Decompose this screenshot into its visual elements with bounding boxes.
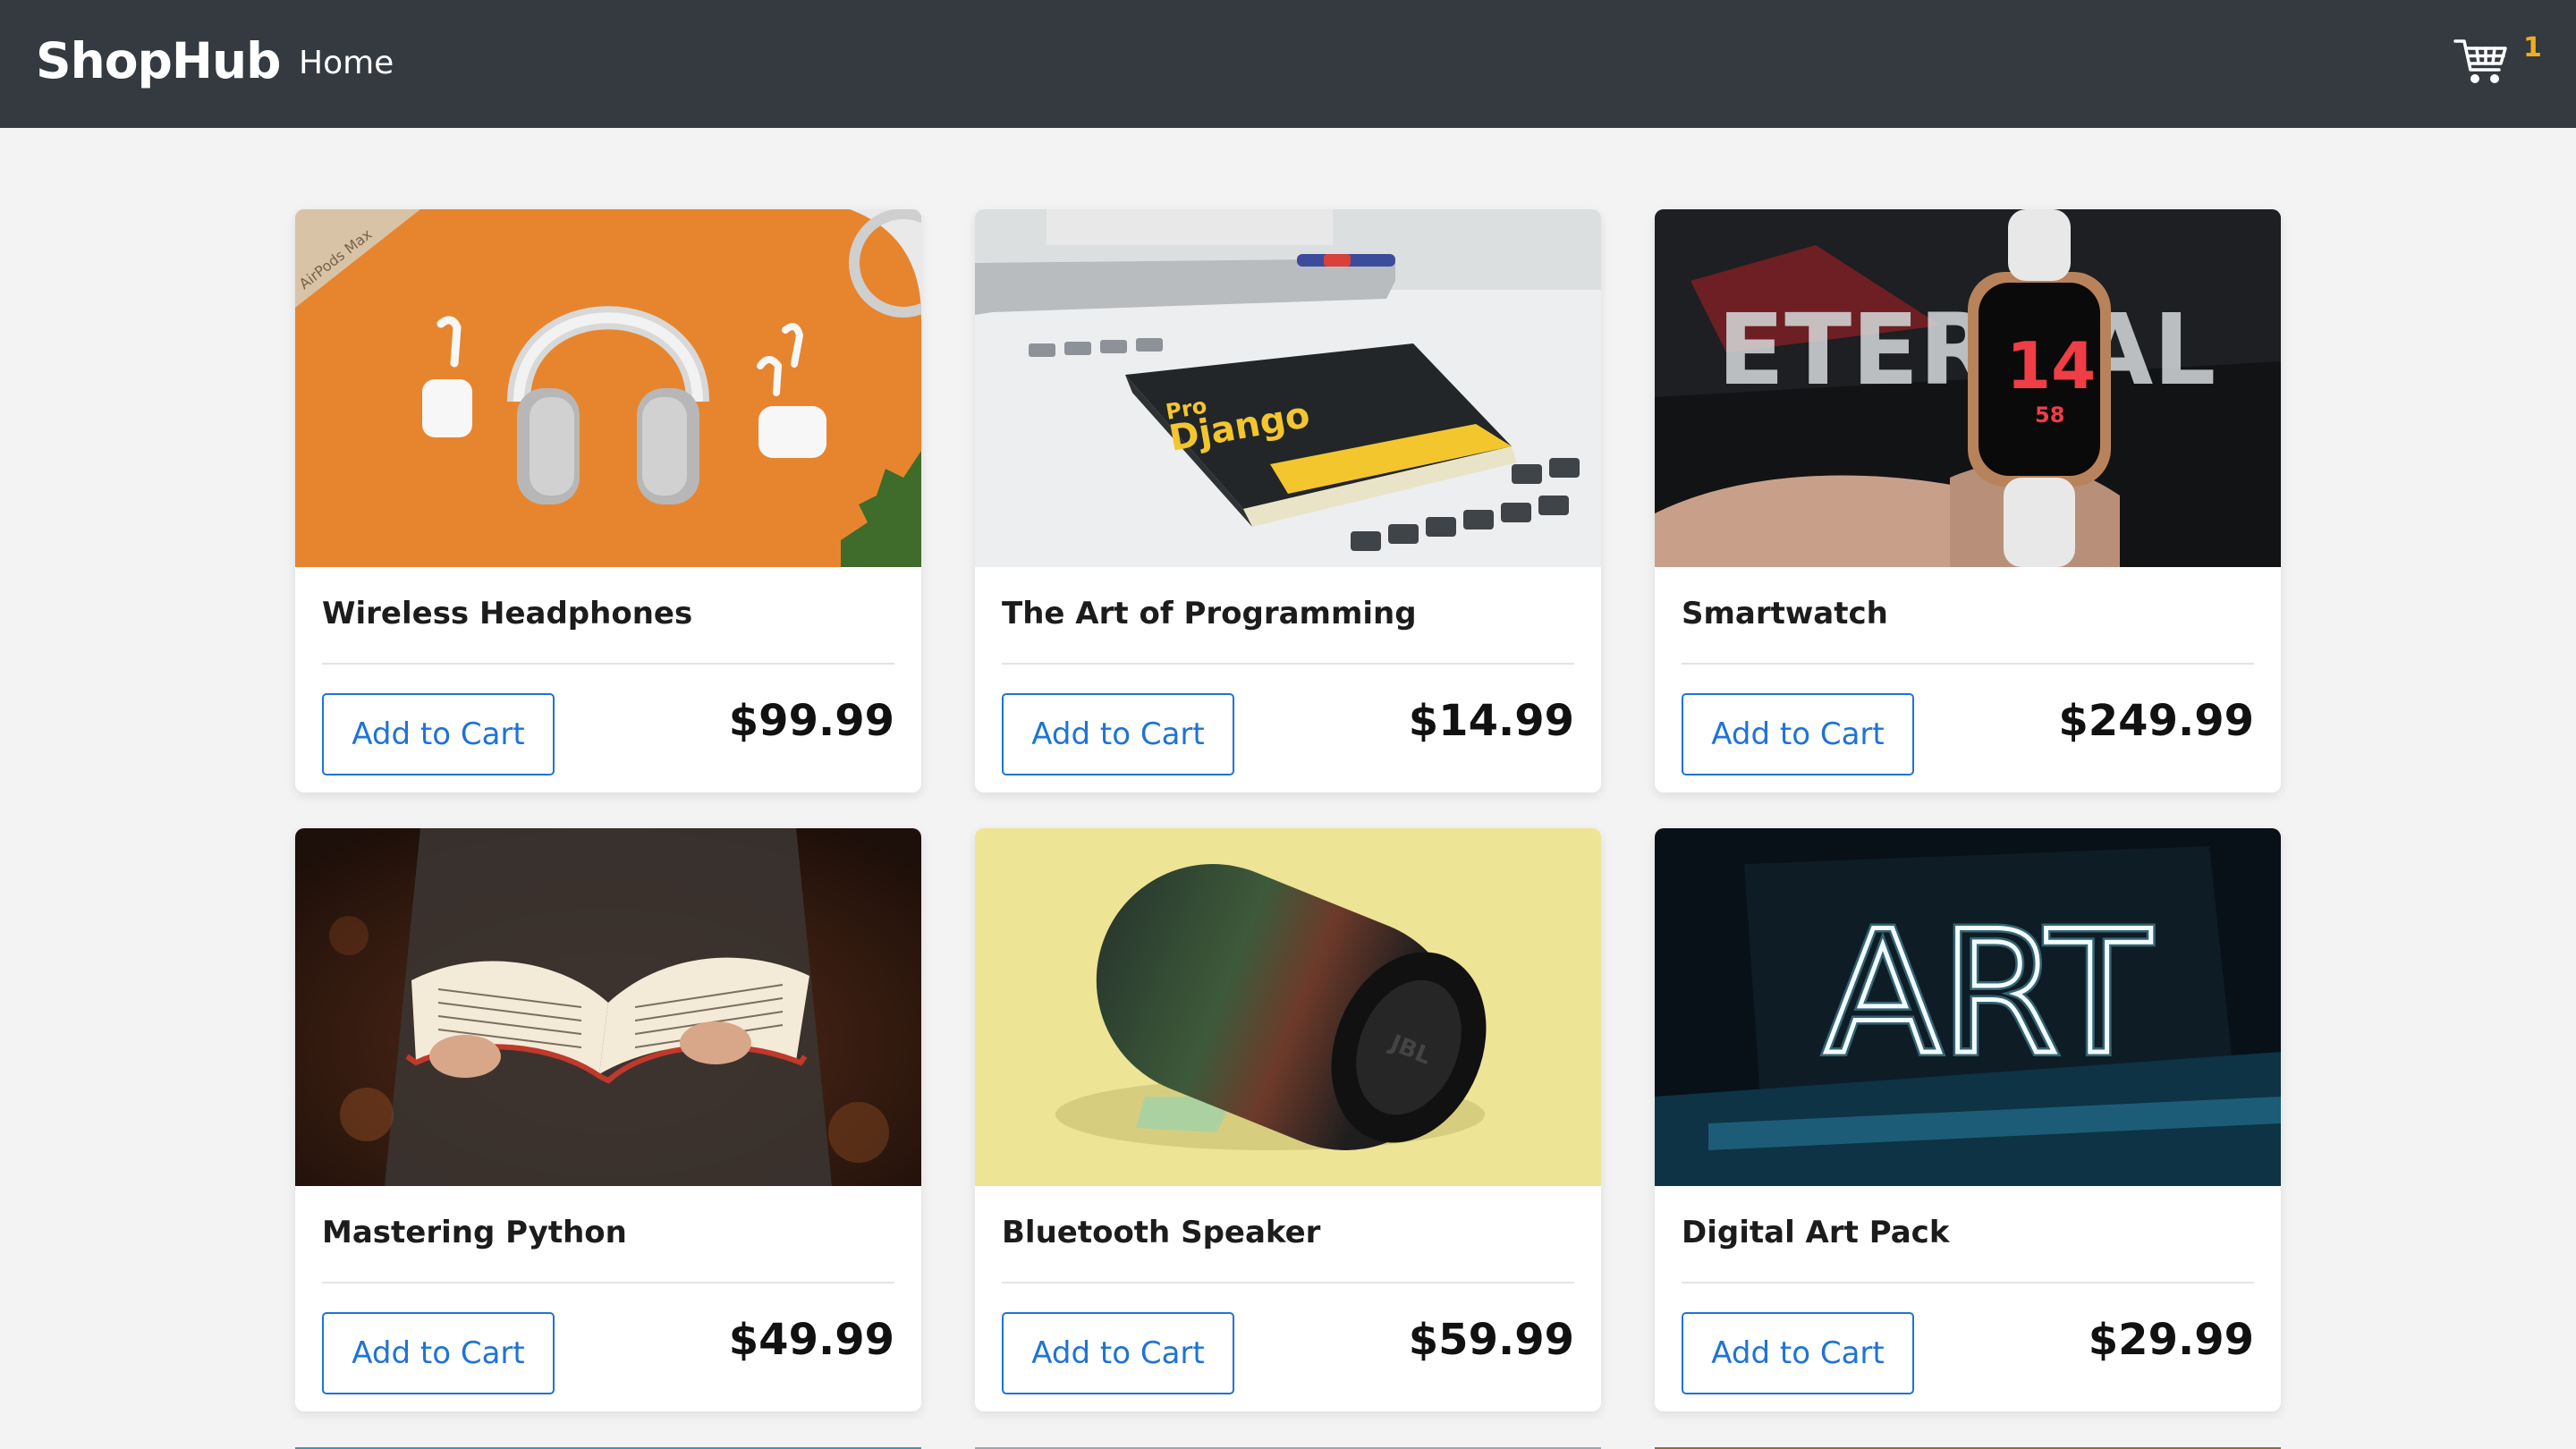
card-divider	[1682, 663, 2254, 665]
add-to-cart-button[interactable]: Add to Cart	[1682, 1312, 1914, 1394]
product-price: $59.99	[1408, 1315, 1574, 1365]
product-card: Pro Django The Art of Programming Add to…	[975, 209, 1601, 792]
card-divider	[322, 1282, 894, 1284]
add-to-cart-button[interactable]: Add to Cart	[1682, 693, 1914, 775]
top-navbar: ShopHub Home 1	[0, 0, 2576, 128]
product-name: Wireless Headphones	[322, 596, 693, 631]
product-image-open-book	[295, 828, 921, 1186]
shopping-cart-icon	[2453, 39, 2507, 83]
brand-logo[interactable]: ShopHub	[36, 32, 281, 89]
product-card: ETERNAL 14 58 Smartwatch Add to Cart $24…	[1655, 209, 2281, 792]
product-price: $49.99	[728, 1315, 894, 1365]
shirt-print: ETERNAL	[1717, 292, 2216, 407]
product-image-speaker: JBL	[975, 828, 1601, 1186]
product-card: JBL Bluetooth Speaker Add to Cart $59.99	[975, 828, 1601, 1411]
product-image-neon-art: ART ART	[1655, 828, 2281, 1186]
add-to-cart-button[interactable]: Add to Cart	[322, 1312, 555, 1394]
watch-hour: 14	[2006, 328, 2096, 403]
product-price: $99.99	[728, 696, 894, 746]
product-name: The Art of Programming	[1002, 596, 1417, 631]
product-image-smartwatch: ETERNAL 14 58	[1655, 209, 2281, 567]
product-image-headphones: AirPods Max	[295, 209, 921, 567]
product-price: $249.99	[2058, 696, 2254, 746]
cart-button[interactable]	[2453, 34, 2510, 88]
product-image-book-django: Pro Django	[975, 209, 1601, 567]
watch-minute: 58	[2035, 402, 2064, 428]
product-grid: AirPods Max Wireless Headphones Add to C…	[295, 209, 2281, 1411]
card-divider	[322, 663, 894, 665]
product-name: Digital Art Pack	[1682, 1215, 1950, 1250]
product-card: Mastering Python Add to Cart $49.99	[295, 828, 921, 1411]
neon-sign-text: ART	[1825, 894, 2151, 1092]
product-price: $14.99	[1408, 696, 1574, 746]
card-divider	[1002, 663, 1574, 665]
cart-count-badge: 1	[2523, 32, 2542, 64]
add-to-cart-button[interactable]: Add to Cart	[322, 693, 555, 775]
product-name: Mastering Python	[322, 1215, 627, 1250]
product-price: $29.99	[2088, 1315, 2254, 1365]
product-card: ART ART Digital Art Pack Add to Cart $29…	[1655, 828, 2281, 1411]
product-name: Smartwatch	[1682, 596, 1888, 631]
add-to-cart-button[interactable]: Add to Cart	[1002, 1312, 1234, 1394]
card-divider	[1682, 1282, 2254, 1284]
card-divider	[1002, 1282, 1574, 1284]
product-name: Bluetooth Speaker	[1002, 1215, 1321, 1250]
product-card: AirPods Max Wireless Headphones Add to C…	[295, 209, 921, 792]
nav-link-home[interactable]: Home	[299, 45, 394, 81]
add-to-cart-button[interactable]: Add to Cart	[1002, 693, 1234, 775]
